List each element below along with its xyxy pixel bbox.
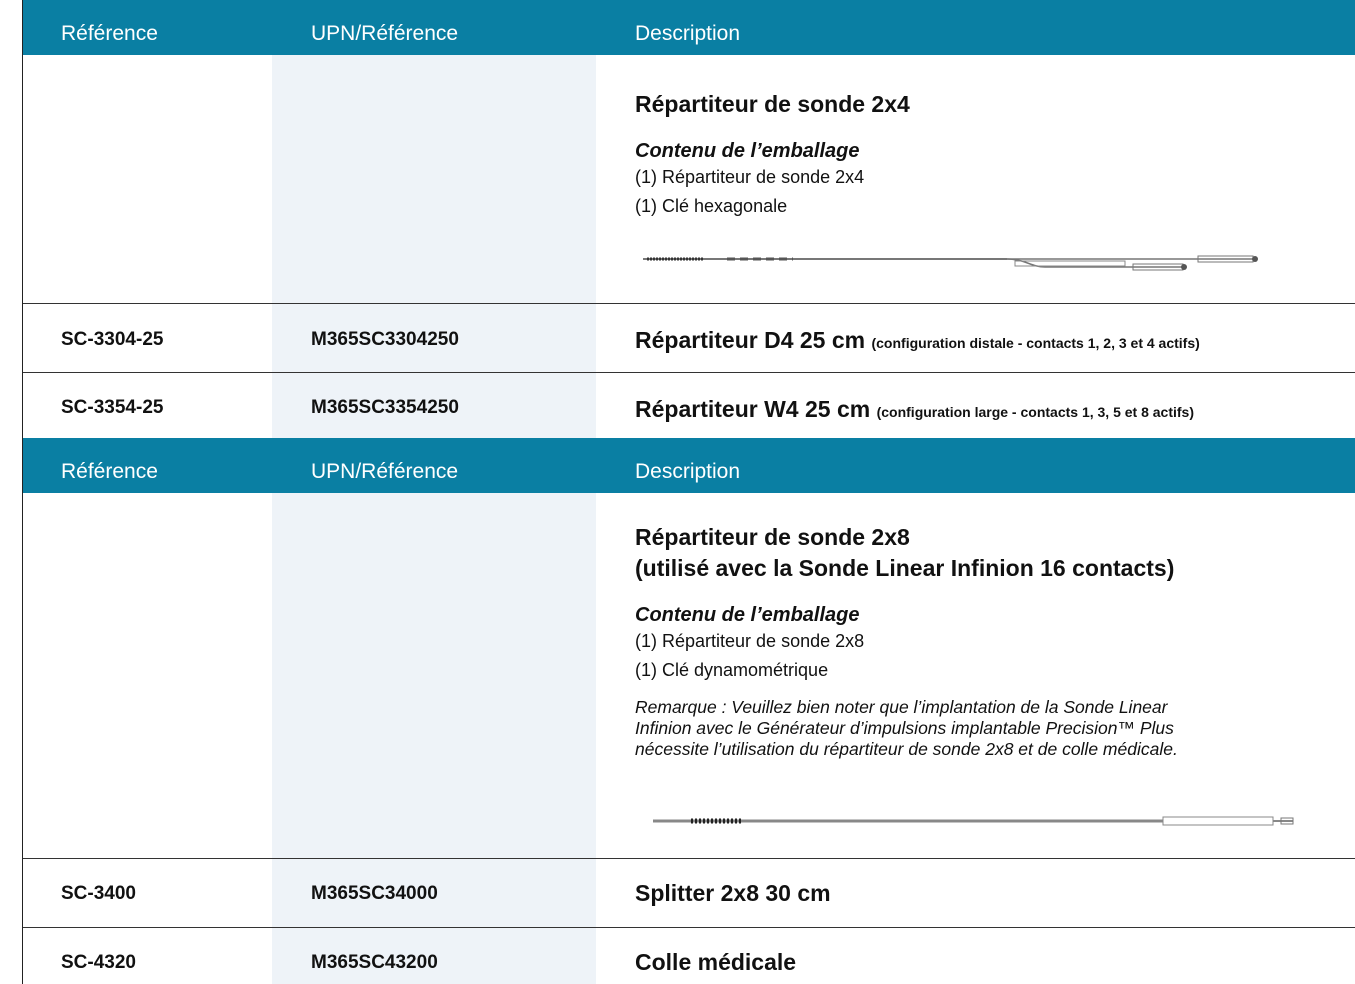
product-subtitle: (utilisé avec la Sonde Linear Infinion 1… — [635, 555, 1175, 581]
table-row-ref: SC-3304-25 — [61, 329, 164, 350]
header-reference: Référence — [61, 22, 158, 45]
table-row-ref: SC-3400 — [61, 883, 136, 904]
contents-item: (1) Clé hexagonale — [635, 196, 788, 216]
contents-item: (1) Clé dynamométrique — [635, 660, 829, 680]
header-upn: UPN/Référence — [311, 460, 459, 483]
product-title: Répartiteur de sonde 2x4 — [635, 91, 910, 117]
header-reference: Référence — [61, 460, 158, 483]
lead-splitter-2x8-drawing — [653, 816, 1294, 826]
contents-heading: Contenu de l’emballage — [635, 140, 860, 162]
table-row-upn: M365SC34000 — [311, 883, 438, 904]
table-row-desc: Répartiteur D4 25 cm (configuration dist… — [635, 327, 1200, 353]
product-title: Répartiteur de sonde 2x8 — [635, 524, 910, 550]
table-row-ref: SC-3354-25 — [61, 397, 164, 418]
contents-heading: Contenu de l’emballage — [635, 604, 860, 626]
lead-splitter-2x4-drawing — [643, 255, 1258, 271]
product-block-2x8: Répartiteur de sonde 2x8 (utilisé avec l… — [635, 522, 1178, 760]
table-row-desc: Splitter 2x8 30 cm — [635, 880, 831, 906]
upn-column-shade — [272, 493, 596, 984]
contents-item: (1) Répartiteur de sonde 2x4 — [635, 167, 865, 187]
contents-item: (1) Répartiteur de sonde 2x8 — [635, 631, 865, 651]
table-row-upn: M365SC3354250 — [311, 397, 459, 418]
product-table: Référence UPN/Référence Description Répa… — [22, 0, 1355, 984]
header-description: Description — [635, 460, 741, 483]
table-header: Référence UPN/Référence Description — [23, 0, 1355, 55]
table-header: Référence UPN/Référence Description — [23, 438, 1355, 493]
header-upn: UPN/Référence — [311, 22, 459, 45]
table-row-ref: SC-4320 — [61, 952, 136, 973]
table-row-upn: M365SC43200 — [311, 952, 438, 973]
table-row-desc: Répartiteur W4 25 cm (configuration larg… — [635, 396, 1194, 422]
upn-column-shade — [272, 55, 596, 438]
header-description: Description — [635, 22, 741, 45]
product-block-2x4: Répartiteur de sonde 2x4 Contenu de l’em… — [635, 89, 910, 221]
table-row-desc: Colle médicale — [635, 949, 797, 975]
remark-note: Remarque : Veuillez bien noter que l’imp… — [635, 697, 1178, 759]
table-row-upn: M365SC3304250 — [311, 329, 459, 350]
